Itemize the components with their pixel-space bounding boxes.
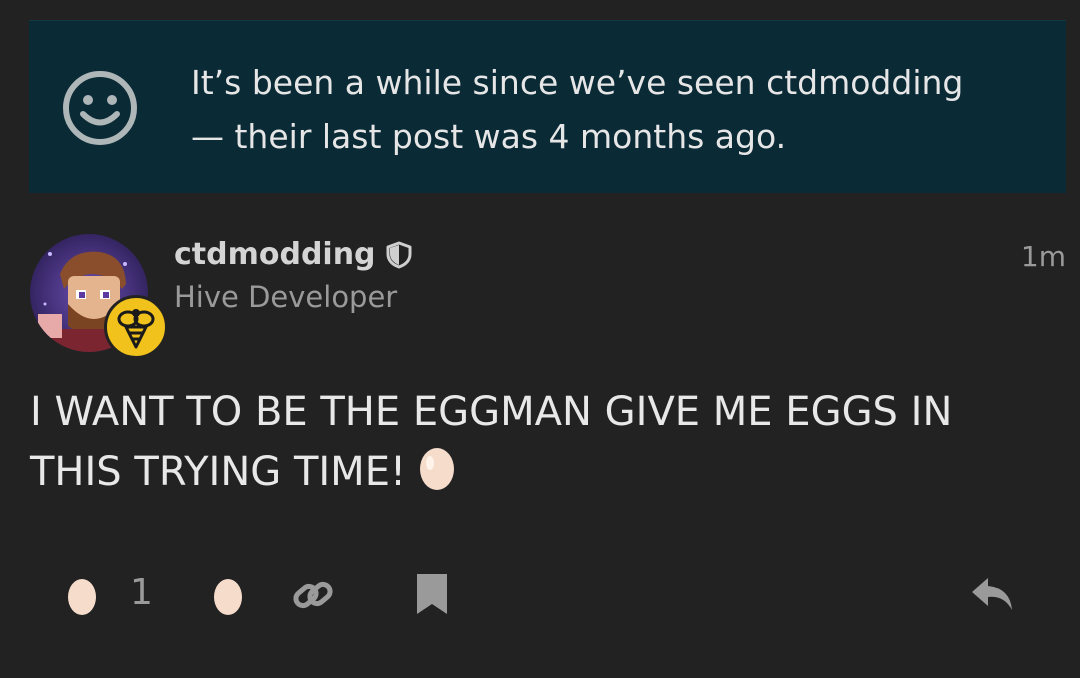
post-body-line-1: I WANT TO BE THE EGGMAN GIVE ME EGGS IN: [30, 389, 953, 435]
inactivity-notice: It’s been a while since we’ve seen ctdmo…: [29, 20, 1066, 193]
author-title: Hive Developer: [174, 280, 398, 314]
author-row: ctdmodding: [174, 234, 412, 276]
reaction-count: 1: [130, 572, 153, 613]
post-page: It’s been a while since we’ve seen ctdmo…: [0, 0, 1080, 678]
bee-badge: [104, 295, 168, 359]
bookmark-icon[interactable]: [415, 572, 449, 616]
reply-icon[interactable]: [970, 574, 1016, 614]
egg-emoji-icon: [420, 448, 454, 490]
shield-icon: [386, 241, 412, 269]
egg-add-reaction-icon[interactable]: [212, 574, 244, 616]
bee-icon: [117, 309, 155, 349]
notice-text: It’s been a while since we’ve seen ctdmo…: [191, 56, 1041, 164]
post-timestamp[interactable]: 1m: [1021, 240, 1066, 273]
post-body-line-2: THIS TRYING TIME!: [30, 442, 1060, 502]
post-body: I WANT TO BE THE EGGMAN GIVE ME EGGS IN …: [30, 382, 1060, 502]
notice-line-1: It’s been a while since we’ve seen ctdmo…: [191, 63, 964, 102]
smiley-icon: [63, 71, 137, 145]
notice-line-2: — their last post was 4 months ago.: [191, 117, 787, 156]
post-body-line-2-text: THIS TRYING TIME!: [30, 449, 406, 495]
post-actions: [0, 560, 1080, 630]
author-username[interactable]: ctdmodding: [174, 234, 376, 276]
link-icon[interactable]: [291, 575, 335, 615]
egg-reaction-icon[interactable]: [66, 574, 98, 616]
